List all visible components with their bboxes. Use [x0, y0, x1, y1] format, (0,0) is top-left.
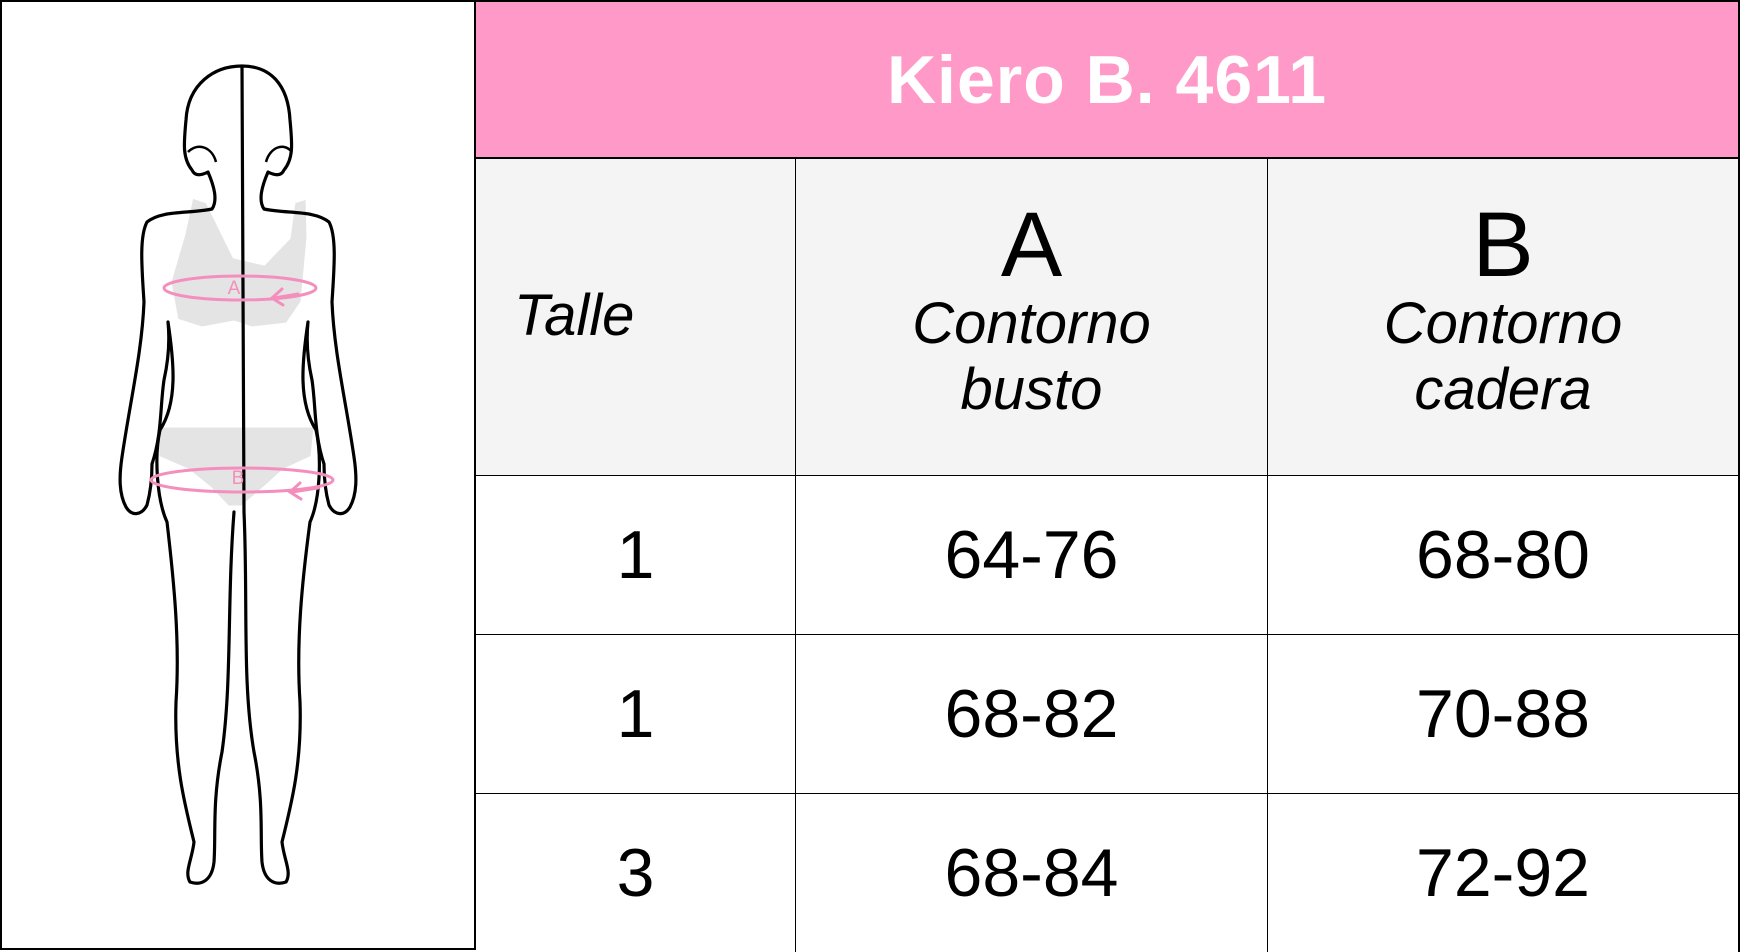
hair-detail [187, 145, 293, 163]
size-table: Kiero B. 4611 Talle A Contorno busto B C… [476, 0, 1740, 952]
body-figure-panel: A B [0, 0, 476, 950]
title-bar: Kiero B. 4611 [476, 2, 1738, 159]
table-row-2-size: 1 [476, 635, 796, 794]
bust-column-name-line1: Contorno [912, 291, 1151, 356]
bust-column-name-line2: busto [960, 357, 1103, 422]
hip-measure-arrow [287, 481, 320, 501]
hip-column-name-line1: Contorno [1383, 291, 1623, 356]
bust-column-letter: A [1000, 194, 1063, 296]
header-hip-cell: B Contorno cadera [1268, 159, 1738, 476]
table-row-3-size: 3 [476, 794, 796, 952]
marker-a: A [228, 278, 241, 299]
hip-column-name-line2: cadera [1414, 357, 1592, 422]
panty-garment [155, 424, 317, 509]
header-bust-cell: A Contorno busto [796, 159, 1268, 476]
marker-b: B [232, 468, 245, 489]
table-row-1-hip: 68-80 [1268, 476, 1738, 635]
table-row-1-size: 1 [476, 476, 796, 635]
hip-column-letter: B [1472, 194, 1534, 296]
size-column-label: Talle [514, 283, 635, 348]
table-row-3-bust: 68-84 [796, 794, 1268, 952]
header-size-cell: Talle [476, 159, 796, 476]
body-measurement-illustration: A B [118, 64, 358, 885]
table-row-2-hip: 70-88 [1268, 635, 1738, 794]
table-row-3-hip: 72-92 [1268, 794, 1738, 952]
bra-garment [168, 195, 310, 330]
table-row-1-bust: 64-76 [796, 476, 1268, 635]
product-title: Kiero B. 4611 [886, 41, 1328, 118]
table-row-2-bust: 68-82 [796, 635, 1268, 794]
size-guide-sheet: A B Kiero B. 4611 Talle A Contorno busto… [0, 0, 1740, 952]
